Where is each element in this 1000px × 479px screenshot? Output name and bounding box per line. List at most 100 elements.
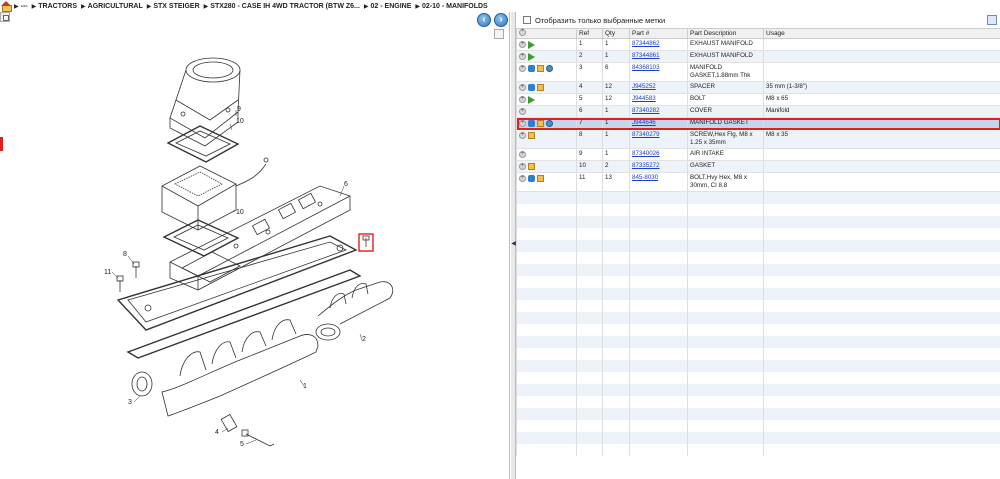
empty-cell [602, 311, 630, 324]
green-arrow-icon[interactable] [528, 95, 535, 104]
part-number-link[interactable]: 87344862 [632, 40, 660, 47]
empty-row [516, 395, 1000, 408]
callout-9[interactable]: 9 [237, 106, 241, 113]
callout-2[interactable]: 2 [362, 336, 366, 343]
part-number-link[interactable]: J944583 [632, 95, 656, 102]
callout-10-lower[interactable]: 10 [236, 209, 244, 216]
callout-3[interactable]: 3 [128, 399, 132, 406]
add-to-cart-icon[interactable] [519, 174, 526, 182]
empty-cell [763, 419, 1000, 432]
show-selected-only-checkbox[interactable] [523, 16, 531, 24]
part-number-link[interactable]: 845-8030 [632, 174, 658, 181]
table-row[interactable]: 8187340279 SCREW,Hex Flg, M8 x 1.25 x 35m… [516, 129, 1000, 149]
callout-6[interactable]: 6 [344, 181, 348, 188]
header-part-description[interactable]: Part Description [687, 28, 764, 39]
part-number-link[interactable]: 87340282 [632, 107, 660, 114]
table-row[interactable]: 3684368103 MANIFOLD GASKET,1.88mm Thk [516, 62, 1000, 82]
callout-4[interactable]: 4 [215, 429, 219, 436]
package-icon[interactable] [537, 120, 544, 127]
callout-11[interactable]: 11 [104, 269, 111, 276]
green-arrow-icon[interactable] [528, 40, 535, 49]
part-number-link[interactable]: 87335272 [632, 162, 660, 169]
empty-cell [602, 419, 630, 432]
table-row[interactable]: 6187340282 COVERManifold [516, 105, 1000, 118]
empty-cell [576, 227, 603, 240]
callout-5[interactable]: 5 [240, 441, 244, 448]
bolt-7-drawing [362, 235, 370, 247]
expand-panel-button[interactable] [987, 15, 997, 25]
add-to-cart-icon[interactable] [519, 131, 526, 139]
package-icon[interactable] [528, 163, 535, 170]
add-to-cart-icon[interactable] [519, 119, 526, 127]
show-selected-only-label: Отобразить только выбранные метки [535, 15, 666, 25]
callout-8[interactable]: 8 [123, 251, 127, 258]
breadcrumb-item[interactable]: ▶ AGRICULTURAL [81, 3, 143, 10]
cell-ref: 8 [576, 129, 603, 149]
part-number-link[interactable]: J944646 [632, 119, 656, 126]
table-row[interactable]: 71J944646 MANIFOLD GASKET [516, 117, 1000, 130]
empty-cell [687, 395, 764, 408]
breadcrumb-item[interactable]: ▶ STX STEIGER [147, 3, 200, 10]
interchange-icon[interactable] [528, 65, 535, 72]
table-row[interactable]: 2187344861 EXHAUST MANIFOLD [516, 50, 1000, 63]
part-number-link[interactable]: 87344861 [632, 52, 660, 59]
breadcrumb-bar: ▶ --- ▶ TRACTORS ▶ AGRICULTURAL ▶ STX STEIGE… [0, 0, 1000, 12]
package-icon[interactable] [537, 65, 544, 72]
globe-icon[interactable] [546, 120, 553, 127]
breadcrumb-item[interactable]: ▶ TRACTORS [32, 3, 77, 10]
add-to-cart-icon[interactable] [519, 150, 526, 158]
add-to-cart-icon[interactable] [519, 83, 526, 91]
header-usage[interactable]: Usage [763, 28, 1000, 39]
table-row[interactable]: 10287335272 GASKET [516, 160, 1000, 173]
row-icons [516, 62, 577, 82]
settings-icon[interactable] [519, 28, 526, 36]
add-to-cart-icon[interactable] [519, 107, 526, 115]
breadcrumb-item[interactable]: ▶ --- [14, 3, 28, 10]
cell-part-number: J944646 [629, 117, 688, 130]
add-to-cart-icon[interactable] [519, 95, 526, 103]
exploded-parts-diagram: 9 10 10 6 2 1 3 4 5 8 11 [104, 57, 394, 448]
add-to-cart-icon[interactable] [519, 52, 526, 60]
empty-cell [763, 239, 1000, 252]
interchange-icon[interactable] [528, 84, 535, 91]
cell-part-description: EXHAUST MANIFOLD [687, 50, 764, 63]
package-icon[interactable] [528, 132, 535, 139]
table-row[interactable]: 512J944583 BOLTM8 x 65 [516, 93, 1000, 106]
empty-cell [687, 311, 764, 324]
package-icon[interactable] [537, 84, 544, 91]
part-number-link[interactable]: J945252 [632, 83, 656, 90]
header-ref[interactable]: Ref [576, 28, 603, 39]
header-qty[interactable]: Qty [602, 28, 630, 39]
empty-cell [763, 383, 1000, 396]
breadcrumb-item[interactable]: ▶ 02 - ENGINE [364, 3, 411, 10]
table-row[interactable]: 412J945252 SPACER35 mm (1-3/8") [516, 81, 1000, 94]
part-number-link[interactable]: 87340279 [632, 131, 660, 138]
part-number-link[interactable]: 87340026 [632, 150, 660, 157]
part-number-link[interactable]: 84368103 [632, 64, 660, 71]
breadcrumb-item[interactable]: ▶ 02-10 - MANIFOLDS [415, 3, 487, 10]
table-row[interactable]: 9187340026 AIR INTAKE [516, 148, 1000, 161]
globe-icon[interactable] [546, 65, 553, 72]
package-icon[interactable] [537, 175, 544, 182]
empty-cell [602, 287, 630, 300]
empty-cell [629, 359, 688, 372]
empty-cell [576, 311, 603, 324]
add-to-cart-icon[interactable] [519, 40, 526, 48]
interchange-icon[interactable] [528, 175, 535, 182]
breadcrumb-item[interactable]: ▶ STX280 - CASE IH 4WD TRACTOR (BTW Z6... [204, 3, 360, 10]
green-arrow-icon[interactable] [528, 52, 535, 61]
callout-10-upper[interactable]: 10 [236, 118, 244, 125]
add-to-cart-icon[interactable] [519, 64, 526, 72]
table-row[interactable]: 1113845-8030 BOLT,Hvy Hex, M8 x 30mm, CI … [516, 172, 1000, 192]
add-to-cart-icon[interactable] [519, 162, 526, 170]
empty-cell [629, 383, 688, 396]
cell-qty: 12 [602, 81, 630, 94]
interchange-icon[interactable] [528, 120, 535, 127]
empty-cell [602, 431, 630, 444]
empty-cell [576, 203, 603, 216]
callout-1[interactable]: 1 [303, 383, 307, 390]
empty-cell [602, 191, 630, 204]
table-row[interactable]: 1187344862EXHAUST MANIFOLD [516, 38, 1000, 51]
header-part-number[interactable]: Part # [629, 28, 688, 39]
home-icon[interactable] [1, 1, 12, 12]
